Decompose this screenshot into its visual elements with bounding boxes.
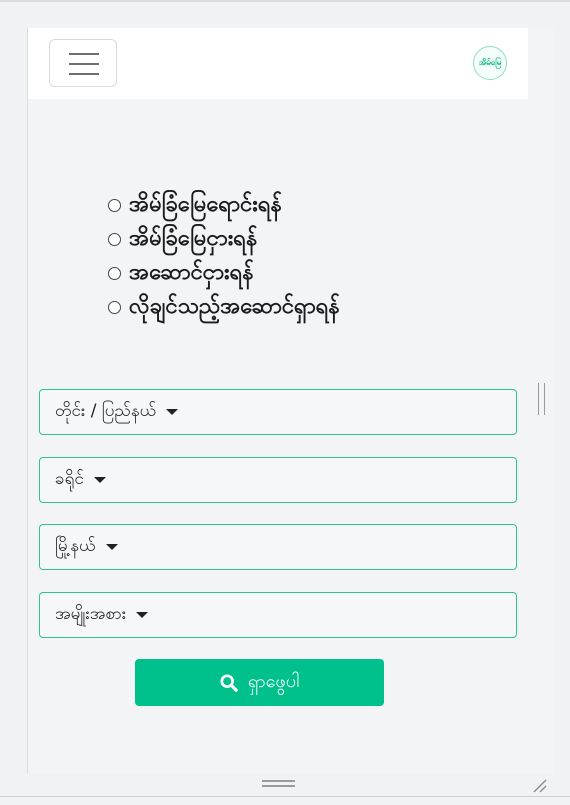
option-label: လိုချင်သည့်အဆောင်ရှာရန်	[129, 294, 340, 319]
radio-circle-icon[interactable]	[108, 232, 121, 246]
listing-type-options: အိမ်ခြံမြေရောင်းရန် အိမ်ခြံမြေငှားရန် အဆ…	[108, 188, 340, 324]
region-select[interactable]: တိုင်း / ပြည်နယ်	[39, 389, 517, 435]
township-select[interactable]: မြို့နယ်	[39, 524, 517, 570]
bottom-bar	[0, 774, 570, 805]
township-select-label: မြို့နယ်	[55, 535, 96, 556]
option-label: အဆောင်ငှားရန်	[129, 260, 254, 285]
type-select[interactable]: အမျိုးအစား	[39, 592, 517, 638]
option-rent-property[interactable]: အိမ်ခြံမြေငှားရန်	[108, 222, 340, 256]
option-find-hostel[interactable]: လိုချင်သည့်အဆောင်ရှာရန်	[108, 290, 340, 324]
caret-down-icon	[166, 409, 179, 415]
resize-grip-icon[interactable]	[530, 776, 548, 794]
drag-handle-icon[interactable]	[262, 780, 295, 787]
hamburger-menu-icon	[69, 53, 99, 55]
brand-logo-text: အိမ်မြေ	[478, 58, 502, 67]
caret-down-icon	[136, 612, 149, 618]
radio-circle-icon[interactable]	[108, 266, 121, 280]
hamburger-menu-icon-line	[69, 63, 99, 65]
top-divider	[0, 0, 570, 2]
radio-circle-icon[interactable]	[108, 300, 121, 314]
option-label: အိမ်ခြံမြေရောင်းရန်	[129, 192, 282, 217]
navbar: အိမ်မြေ	[28, 28, 528, 99]
bottom-divider	[0, 796, 570, 797]
radio-circle-icon[interactable]	[108, 198, 121, 212]
option-sell-property[interactable]: အိမ်ခြံမြေရောင်းရန်	[108, 188, 340, 222]
type-select-label: အမျိုးအစား	[55, 603, 127, 624]
scroll-grip-icon[interactable]	[538, 383, 545, 415]
option-label: အိမ်ခြံမြေငှားရန်	[129, 226, 258, 251]
search-button[interactable]: ရှာဖွေပါ	[135, 659, 384, 706]
search-button-label: ရှာဖွေပါ	[247, 671, 300, 692]
region-select-label: တိုင်း / ပြည်နယ်	[55, 400, 157, 421]
caret-down-icon	[105, 544, 118, 550]
brand-logo[interactable]: အိမ်မြေ	[473, 46, 507, 80]
search-icon	[220, 673, 238, 692]
option-rent-hostel[interactable]: အဆောင်ငှားရန်	[108, 256, 340, 290]
district-select[interactable]: ခရိုင်	[39, 457, 517, 503]
page-frame: အိမ်မြေ အိမ်ခြံမြေရောင်းရန် အိမ်ခြံမြေငှ…	[27, 28, 554, 774]
district-select-label: ခရိုင်	[55, 468, 84, 489]
hamburger-menu-icon-line	[69, 73, 99, 75]
menu-toggle-button[interactable]	[49, 39, 117, 87]
caret-down-icon	[93, 477, 106, 483]
